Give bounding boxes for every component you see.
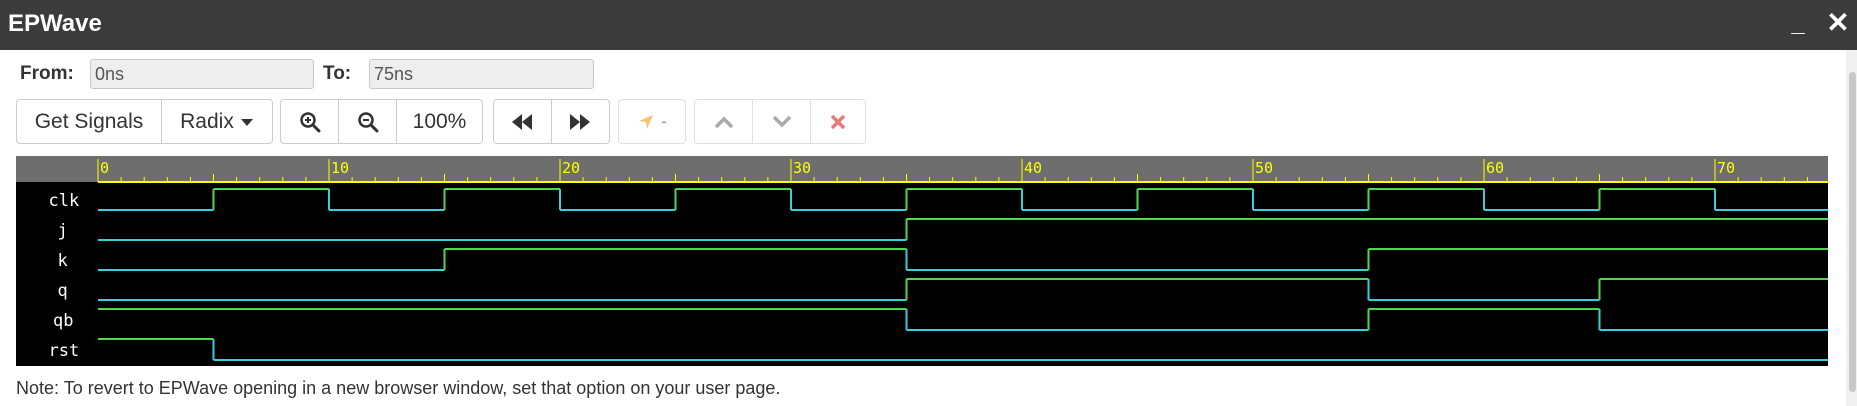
title-bar: EPWave _ ✕ (0, 0, 1857, 50)
rewind-button[interactable] (494, 100, 552, 143)
tick-label: 0 (100, 159, 109, 177)
tick-label: 50 (1255, 159, 1273, 177)
tick-label: 10 (331, 159, 349, 177)
radix-dropdown[interactable]: Radix (162, 100, 272, 143)
waveform-viewer[interactable]: 0 10 20 30 40 50 60 70 clk j k q qb rst (16, 156, 1828, 366)
window-title: EPWave (8, 10, 102, 37)
fast-forward-icon (570, 113, 591, 130)
signals-group: Get Signals Radix (16, 99, 273, 144)
tick-label: 60 (1486, 159, 1504, 177)
zoom-in-button[interactable] (281, 100, 339, 143)
cursor-arrow-icon (639, 114, 653, 129)
close-icon (830, 114, 846, 129)
zoom-group: 100% (280, 99, 483, 144)
zoom-out-button[interactable] (339, 100, 397, 143)
cursor-group: - (618, 99, 686, 144)
remove-signal-button[interactable] (811, 100, 865, 143)
tick-label: 70 (1717, 159, 1735, 177)
tick-label: 20 (562, 159, 580, 177)
waveform-canvas[interactable]: 0 10 20 30 40 50 60 70 clk jkq qb rst (16, 156, 1828, 366)
from-label: From: (20, 63, 74, 84)
signal-name: rst (49, 341, 80, 361)
zoom-out-icon (357, 111, 378, 132)
tick-label: 30 (793, 159, 811, 177)
move-down-button[interactable] (753, 100, 811, 143)
signal-name: clk (49, 191, 80, 211)
timeline-ruler (16, 156, 1828, 182)
caret-down-icon (240, 118, 253, 126)
rewind-icon (512, 113, 533, 130)
zoom-level: 100% (412, 109, 467, 133)
fast-forward-button[interactable] (552, 100, 610, 143)
radix-label: Radix (180, 109, 234, 133)
from-time-input[interactable] (90, 59, 314, 89)
note-text: Note: To revert to EPWave opening in a n… (16, 378, 781, 398)
zoom-in-icon (299, 111, 320, 132)
signal-name: q (58, 281, 68, 301)
navigate-group (493, 99, 610, 144)
cursor-value: - (661, 111, 667, 131)
chevron-up-icon (714, 116, 733, 128)
to-time-input[interactable] (369, 59, 594, 89)
edit-group (694, 99, 866, 144)
signal-name: k (58, 251, 68, 271)
signal-name: j (58, 221, 68, 241)
tick-label: 40 (1024, 159, 1042, 177)
scrollbar-thumb[interactable] (1849, 72, 1856, 392)
get-signals-button[interactable]: Get Signals (17, 100, 162, 143)
zoom-reset-button[interactable]: 100% (397, 100, 482, 143)
to-label: To: (323, 63, 352, 84)
get-signals-label: Get Signals (34, 109, 144, 133)
chevron-down-icon (772, 115, 791, 127)
move-up-button[interactable] (695, 100, 753, 143)
signal-name: qb (53, 311, 73, 331)
close-window-icon[interactable]: ✕ (1824, 8, 1852, 38)
minimize-icon[interactable]: _ (1786, 12, 1810, 36)
cursor-button[interactable]: - (619, 100, 685, 143)
